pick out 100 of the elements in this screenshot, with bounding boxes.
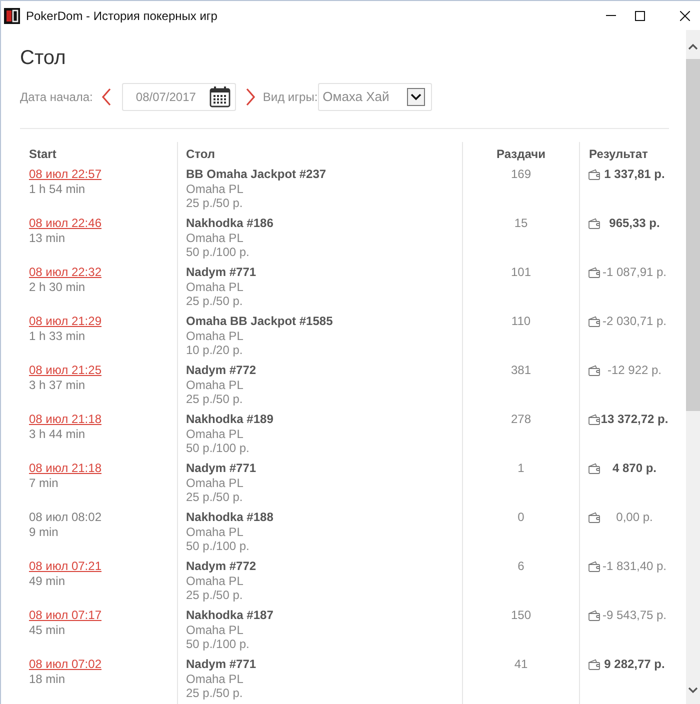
- duration-text: 3 h 37 min: [29, 378, 86, 392]
- table-name: Nadym #772: [186, 559, 256, 574]
- table-name: Nadym #771: [186, 461, 256, 476]
- app-logo-icon: [4, 8, 20, 24]
- table-name: Nadym #772: [186, 363, 256, 378]
- table-name: Nakhodka #187: [186, 608, 274, 622]
- table-name: Nadym #771: [186, 657, 256, 672]
- stakes-text: 50 р./100 р.: [186, 441, 250, 456]
- start-time-link[interactable]: 08 июл 22:46: [29, 216, 102, 230]
- game-type: Omaha PL: [186, 574, 244, 588]
- chevron-right-icon: [244, 87, 256, 107]
- start-time-link[interactable]: 08 июл 21:29: [29, 314, 102, 328]
- game-type: Omaha PL: [186, 230, 244, 245]
- scroll-thumb[interactable]: [686, 59, 700, 411]
- duration-text: 1 h 33 min: [29, 328, 86, 343]
- column-header: Стол: [186, 146, 216, 163]
- result-amount: 965,33 р.: [609, 216, 660, 230]
- hands-count: 41: [514, 657, 528, 672]
- duration-text: 9 min: [29, 524, 58, 539]
- game-type: Omaha PL: [186, 672, 244, 686]
- duration-text: 45 min: [29, 622, 66, 637]
- game-type: Omaha PL: [186, 182, 244, 196]
- table-name: Nakhodka #188: [186, 510, 274, 524]
- hands-count: 0: [518, 510, 524, 524]
- wallet-icon: [588, 169, 600, 180]
- result-amount: -9 543,75 р.: [602, 608, 667, 622]
- column-header: Раздачи: [496, 146, 546, 163]
- hands-count: 1: [518, 461, 524, 476]
- hands-count: 150: [510, 608, 532, 622]
- result-amount: -1 831,40 р.: [602, 559, 667, 574]
- wallet-icon: [588, 610, 600, 621]
- game-type: Omaha PL: [186, 476, 244, 490]
- wallet-icon: [588, 414, 600, 425]
- hands-count: 6: [518, 559, 524, 574]
- hands-count: 169: [510, 167, 532, 182]
- previous-date-button[interactable]: [100, 87, 113, 107]
- column-header: Start: [29, 146, 56, 163]
- duration-text: 7 min: [29, 476, 58, 490]
- duration-text: 13 min: [29, 230, 66, 245]
- stakes-text: 25 р./50 р.: [186, 686, 243, 700]
- wallet-icon: [588, 316, 600, 327]
- start-time-link[interactable]: 08 июл 07:02: [29, 657, 102, 672]
- chevron-left-icon: [100, 87, 113, 107]
- start-time-link[interactable]: 08 июл 21:25: [29, 363, 102, 378]
- wallet-icon: [588, 218, 600, 229]
- stakes-text: 50 р./100 р.: [186, 637, 250, 652]
- date-field[interactable]: 08/07/2017: [122, 83, 236, 111]
- stakes-text: 10 р./20 р.: [186, 343, 243, 358]
- game-type: Omaha PL: [186, 378, 244, 392]
- game-type: Omaha PL: [186, 280, 244, 294]
- hands-count: 381: [510, 363, 532, 378]
- result-amount: -2 030,71 р.: [602, 314, 667, 328]
- duration-text: 3 h 44 min: [29, 426, 86, 441]
- game-type-select[interactable]: Омаха Хай: [318, 83, 432, 111]
- result-amount: -12 922 р.: [607, 363, 662, 378]
- maximize-icon: [635, 10, 645, 20]
- game-type: Omaha PL: [186, 622, 244, 637]
- page-heading: Стол: [20, 46, 67, 70]
- result-amount: 13 372,72 р.: [600, 412, 668, 426]
- result-amount: 9 282,77 р.: [604, 657, 665, 672]
- stakes-text: 50 р./100 р.: [186, 245, 250, 260]
- table-name: Nakhodka #189: [186, 412, 274, 426]
- start-time-link[interactable]: 08 июл 22:57: [29, 167, 102, 182]
- start-time-text: 08 июл 08:02: [29, 510, 102, 524]
- wallet-icon: [588, 365, 600, 376]
- wallet-icon: [588, 267, 600, 278]
- minimize-icon: [606, 15, 616, 16]
- column-header: Результат: [589, 146, 648, 163]
- table-name: Nadym #771: [186, 265, 256, 280]
- hands-count: 278: [510, 412, 532, 426]
- table-name: BB Omaha Jackpot #237: [186, 167, 326, 182]
- chevron-up-icon: [688, 42, 698, 52]
- close-icon: [680, 10, 690, 20]
- result-amount: 1 337,81 р.: [604, 167, 665, 182]
- game-type: Omaha PL: [186, 328, 244, 343]
- stakes-text: 25 р./50 р.: [186, 196, 243, 210]
- stakes-text: 50 р./100 р.: [186, 539, 250, 554]
- start-time-link[interactable]: 08 июл 21:18: [29, 461, 102, 476]
- date-label: Дата начала:: [20, 89, 93, 106]
- start-time-link[interactable]: 08 июл 07:21: [29, 559, 102, 574]
- wallet-icon: [588, 561, 600, 572]
- start-time-link[interactable]: 08 июл 07:17: [29, 608, 102, 622]
- result-amount: 0,00 р.: [616, 510, 653, 524]
- game-type: Omaha PL: [186, 426, 244, 441]
- duration-text: 1 h 54 min: [29, 182, 86, 196]
- table-name: Omaha BB Jackpot #1585: [186, 314, 333, 328]
- game-type: Omaha PL: [186, 524, 244, 539]
- start-time-link[interactable]: 08 июл 21:18: [29, 412, 102, 426]
- wallet-icon: [588, 463, 600, 474]
- duration-text: 2 h 30 min: [29, 280, 86, 294]
- start-time-link[interactable]: 08 июл 22:32: [29, 265, 102, 280]
- window-title: PokerDom - История покерных игр: [26, 8, 218, 24]
- wallet-icon: [588, 512, 600, 523]
- calendar-icon[interactable]: [208, 86, 231, 108]
- duration-text: 18 min: [29, 672, 66, 686]
- hands-count: 101: [510, 265, 532, 280]
- result-amount: 4 870 р.: [612, 461, 657, 476]
- next-date-button[interactable]: [244, 87, 256, 107]
- result-amount: -1 087,91 р.: [602, 265, 667, 280]
- stakes-text: 25 р./50 р.: [186, 392, 243, 406]
